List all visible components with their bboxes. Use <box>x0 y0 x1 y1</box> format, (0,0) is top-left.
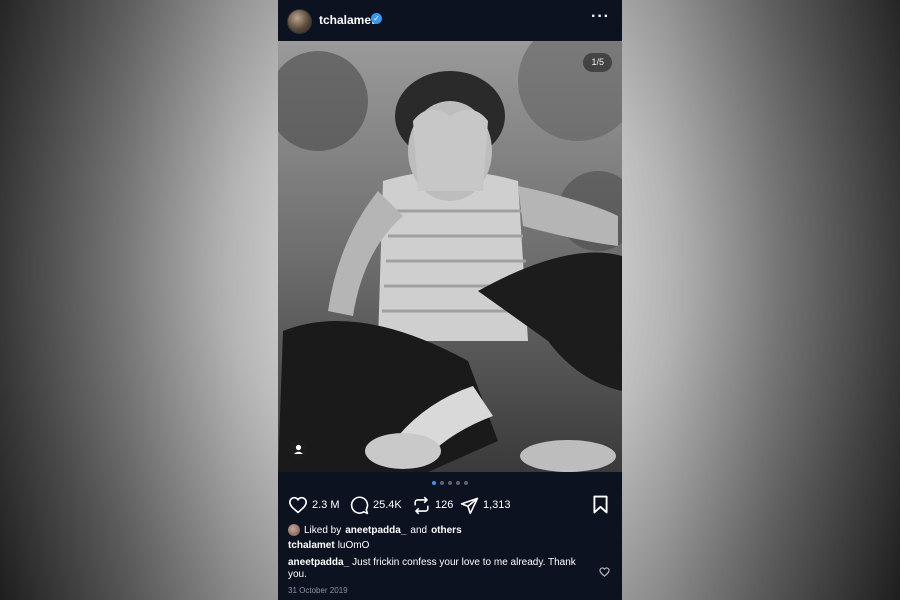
caption-username[interactable]: tchalamet <box>288 540 335 551</box>
like-button[interactable]: 2.3 M <box>288 494 340 516</box>
user-tag-icon[interactable] <box>289 440 308 459</box>
carousel-dots <box>278 481 622 485</box>
carousel-dot-2 <box>440 481 444 485</box>
comment-username[interactable]: aneetpadda_ <box>288 557 349 568</box>
share-button[interactable]: 1,313 <box>460 494 511 516</box>
comment: aneetpadda_ Just frickin confess your lov… <box>288 557 588 581</box>
comment-like-button[interactable] <box>599 564 610 582</box>
action-bar: 2.3 M 25.4K 126 1,313 <box>288 494 612 516</box>
heart-small-icon <box>599 567 610 577</box>
background-left <box>0 0 278 600</box>
caption: tchalamet luOmO <box>288 540 369 551</box>
photo-illustration <box>278 41 622 472</box>
post-date: 31 October 2019 <box>288 586 348 595</box>
carousel-dot-4 <box>456 481 460 485</box>
share-count: 1,313 <box>483 499 511 511</box>
liked-by-and: and <box>410 524 428 536</box>
more-icon[interactable]: ··· <box>591 8 610 26</box>
post-header: tchalamet ✓ ··· <box>278 0 622 41</box>
bookmark-icon <box>593 495 608 514</box>
liked-by-prefix: Liked by <box>304 524 342 536</box>
post-photo[interactable]: 1/5 <box>278 41 622 472</box>
repost-button[interactable]: 126 <box>412 494 453 516</box>
avatar[interactable] <box>287 9 312 34</box>
repost-icon <box>414 496 429 514</box>
repost-count: 126 <box>435 499 454 511</box>
heart-icon <box>288 496 308 514</box>
bookmark-button[interactable] <box>593 495 608 519</box>
liked-by-others[interactable]: others <box>431 525 462 536</box>
comment-count: 25.4K <box>373 499 402 511</box>
verified-badge-icon: ✓ <box>371 13 382 24</box>
photo-counter: 1/5 <box>583 53 612 72</box>
caption-text: luOmO <box>337 540 370 551</box>
carousel-dot-5 <box>464 481 468 485</box>
liked-by-row: Liked by aneetpadda_ and others <box>288 524 462 536</box>
liker-avatar <box>288 524 300 536</box>
comment-icon <box>350 496 369 514</box>
background-right <box>622 0 900 600</box>
share-icon <box>460 497 479 514</box>
carousel-dot-3 <box>448 481 452 485</box>
carousel-dot-1 <box>432 481 436 485</box>
comment-button[interactable]: 25.4K <box>350 494 402 516</box>
liked-by-user[interactable]: aneetpadda_ <box>345 525 406 536</box>
username[interactable]: tchalamet <box>319 13 375 27</box>
post-screen: tchalamet ✓ ··· 1/5 2.3 M 25.4K 126 1,31… <box>278 0 622 600</box>
like-count: 2.3 M <box>312 499 340 511</box>
